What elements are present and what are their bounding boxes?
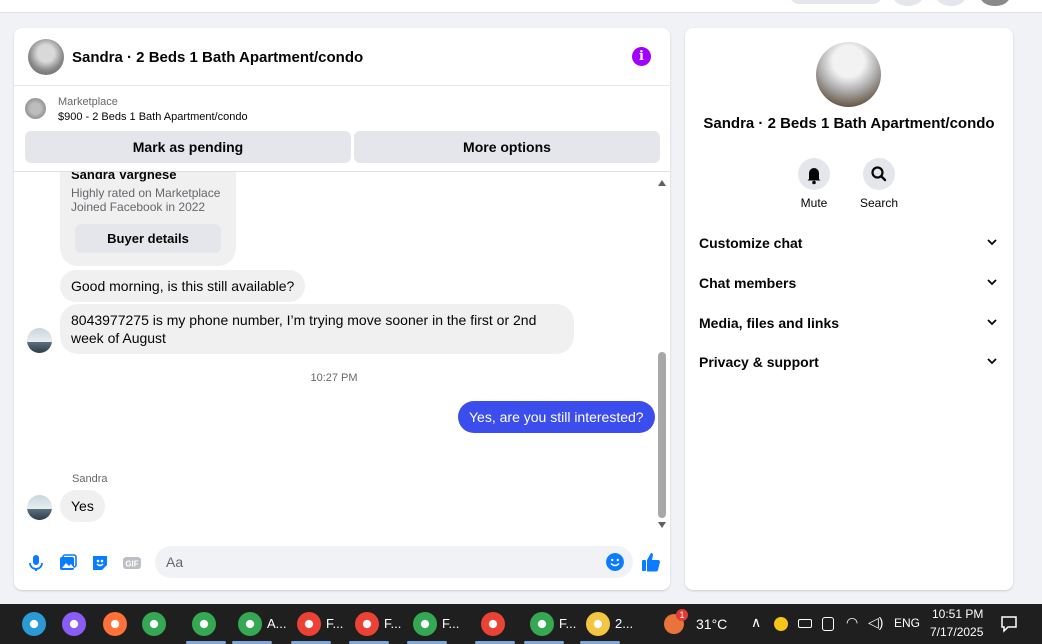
message-timestamp: 10:27 PM — [310, 372, 358, 384]
sender-avatar[interactable] — [27, 495, 52, 520]
edge-icon — [22, 612, 46, 636]
buyer-profile-card: Sandra Varghese Highly rated on Marketpl… — [60, 172, 236, 266]
buyer-rating: Highly rated on Marketplace — [71, 186, 221, 200]
chrome-icon — [142, 612, 166, 636]
chat-avatar[interactable] — [28, 39, 64, 75]
chevron-down-icon — [987, 319, 997, 326]
taskbar-app-label: F... — [442, 616, 460, 631]
taskbar-app-label: F... — [384, 616, 402, 631]
menu-label: Customize chat — [699, 235, 803, 251]
menu-media-files-links[interactable]: Media, files and links — [699, 304, 999, 344]
top-navigation-bar — [0, 0, 1042, 13]
listing-thumbnail[interactable] — [25, 98, 46, 119]
taskbar-app-label: F... — [559, 616, 577, 631]
taskbar-app-label: F... — [326, 616, 344, 631]
mute-label: Mute — [800, 196, 828, 210]
emoji-icon[interactable] — [606, 553, 624, 571]
menu-label: Chat members — [699, 275, 797, 291]
message-input[interactable] — [155, 546, 633, 578]
microphone-icon[interactable] — [26, 553, 46, 573]
chevron-down-icon — [987, 279, 997, 286]
bell-icon — [807, 168, 821, 185]
marketplace-listing-bar: Marketplace $900 - 2 Beds 1 Bath Apartme… — [14, 86, 670, 172]
search-button[interactable]: Search — [849, 158, 909, 210]
chat-title[interactable]: Sandra · 2 Beds 1 Bath Apartment/condo — [72, 49, 363, 66]
search-icon — [871, 166, 887, 182]
listing-photo[interactable] — [816, 42, 881, 107]
battery-icon[interactable] — [798, 619, 812, 628]
menu-chat-members[interactable]: Chat members — [699, 264, 999, 304]
top-nav-button[interactable] — [893, 0, 923, 6]
firefox-icon — [103, 612, 127, 636]
photo-gallery-icon[interactable] — [58, 553, 78, 573]
scroll-thumb[interactable] — [658, 352, 666, 518]
mute-button[interactable]: Mute — [784, 158, 844, 210]
message-bubble-incoming[interactable]: 8043977275 is my phone number, I’m tryin… — [60, 304, 574, 354]
menu-privacy-support[interactable]: Privacy & support — [699, 343, 999, 383]
notification-center-icon[interactable] — [1000, 615, 1018, 633]
chrome-profile-icon — [355, 612, 379, 636]
more-options-button[interactable]: More options — [354, 131, 660, 163]
menu-customize-chat[interactable]: Customize chat — [699, 224, 999, 264]
chrome-profile-icon — [192, 612, 216, 636]
chat-header: Sandra · 2 Beds 1 Bath Apartment/condo i — [14, 28, 670, 86]
wifi-icon[interactable]: ◠ — [846, 614, 858, 631]
sender-name: Sandra — [72, 473, 108, 485]
chrome-profile-icon — [413, 612, 437, 636]
message-bubble-outgoing[interactable]: Yes, are you still interested? — [458, 401, 655, 433]
message-scrollbar[interactable] — [656, 178, 668, 528]
mark-as-pending-button[interactable]: Mark as pending — [25, 131, 351, 163]
buyer-details-button[interactable]: Buyer details — [75, 224, 221, 253]
notification-badge: 1 — [676, 609, 688, 621]
chrome-profile-icon — [297, 612, 321, 636]
sender-avatar[interactable] — [27, 328, 52, 353]
profile-avatar[interactable] — [980, 0, 1010, 6]
chrome-profile-icon — [530, 612, 554, 636]
message-bubble-incoming[interactable]: Good morning, is this still available? — [60, 270, 306, 302]
scroll-up-arrow[interactable] — [658, 180, 666, 186]
chevron-down-icon — [987, 358, 997, 365]
listing-title[interactable]: $900 - 2 Beds 1 Bath Apartment/condo — [58, 111, 248, 123]
volume-icon[interactable]: ◁) — [868, 614, 883, 631]
buyer-name: Sandra Varghese — [71, 172, 177, 182]
weather-temperature: 31°C — [696, 616, 728, 632]
clock-date[interactable]: 7/17/2025 — [930, 625, 983, 639]
chevron-down-icon — [987, 239, 997, 246]
menu-label: Media, files and links — [699, 315, 840, 331]
gif-label: GIF — [125, 560, 138, 569]
clock-time[interactable]: 10:51 PM — [932, 607, 983, 621]
taskbar-app-label: 2... — [615, 616, 634, 631]
tray-app-icon[interactable] — [774, 617, 788, 631]
info-icon[interactable]: i — [632, 47, 651, 66]
top-nav-button[interactable] — [936, 0, 966, 6]
sticker-icon[interactable] — [90, 553, 110, 573]
top-search-pill[interactable] — [790, 0, 882, 4]
chat-panel: Sandra · 2 Beds 1 Bath Apartment/condo i… — [14, 28, 670, 590]
chevron-up-icon[interactable]: ∧ — [751, 614, 761, 631]
camera-icon[interactable] — [822, 617, 834, 631]
details-title: Sandra · 2 Beds 1 Bath Apartment/condo — [703, 115, 995, 132]
chrome-profile-icon — [481, 612, 505, 636]
menu-label: Privacy & support — [699, 354, 819, 370]
file-explorer-icon — [586, 612, 610, 636]
message-list: Sandra Varghese Highly rated on Marketpl… — [14, 172, 670, 534]
language-indicator[interactable]: ENG — [894, 616, 920, 630]
copilot-icon — [62, 612, 86, 636]
message-composer: GIF — [14, 540, 670, 586]
search-label: Search — [859, 196, 899, 210]
chat-details-panel: Sandra · 2 Beds 1 Bath Apartment/condo M… — [685, 28, 1013, 590]
gif-icon[interactable]: GIF — [122, 553, 142, 573]
marketplace-label: Marketplace — [58, 96, 118, 108]
taskbar-app-label: A... — [267, 616, 287, 631]
message-bubble-incoming[interactable]: Yes — [60, 490, 105, 522]
chrome-profile-icon — [238, 612, 262, 636]
scroll-down-arrow[interactable] — [658, 522, 666, 528]
buyer-joined: Joined Facebook in 2022 — [71, 200, 206, 214]
thumbs-up-icon[interactable] — [640, 551, 662, 573]
windows-taskbar: A... F... F... F... F... 2... 1 31°C ∧ ◠ ◁) E… — [0, 604, 1042, 644]
